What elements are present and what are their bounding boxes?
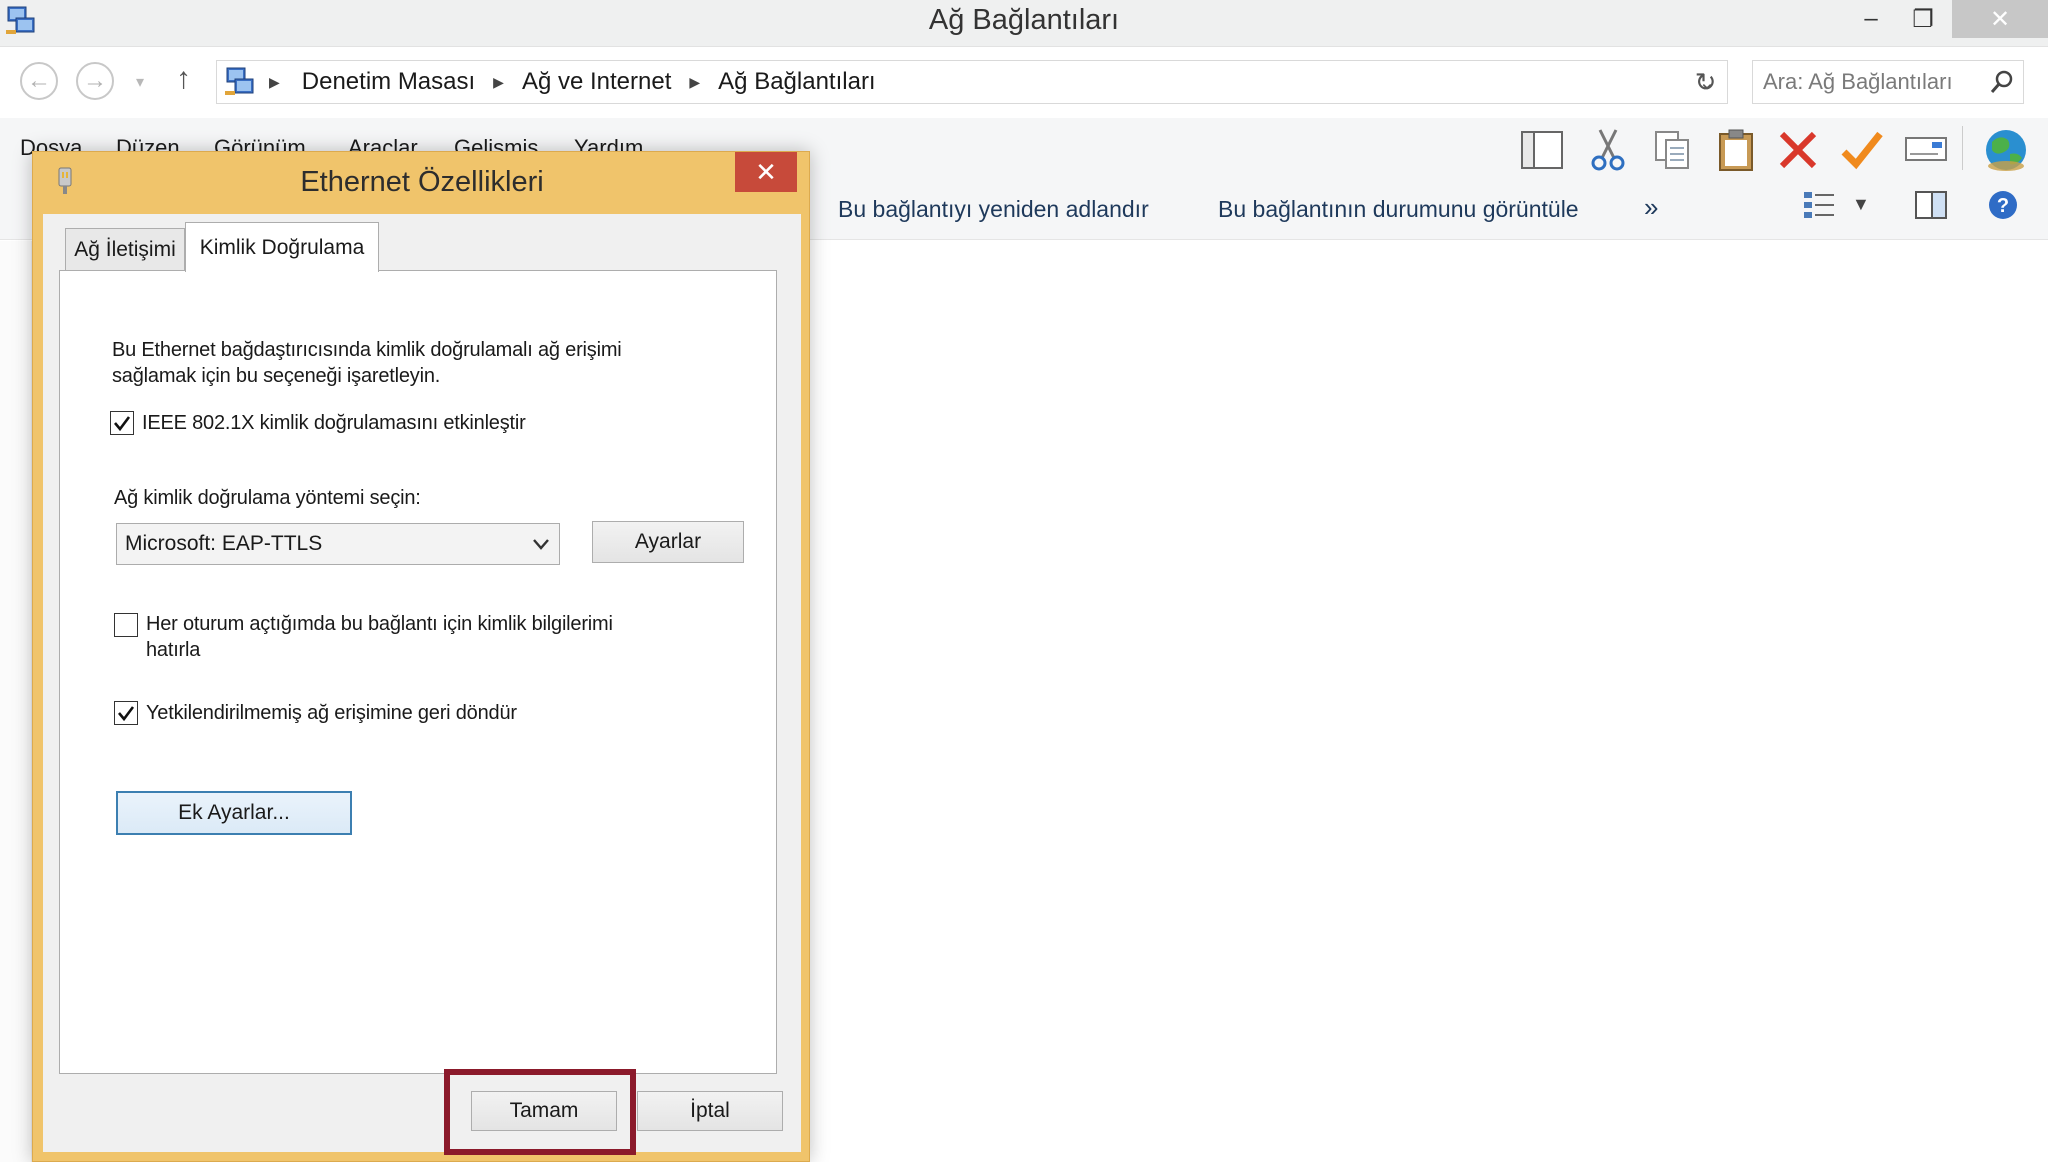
cut-icon[interactable] [1584, 126, 1632, 174]
checkmark-icon [118, 706, 135, 722]
restore-button[interactable]: ❐ [1892, 0, 1954, 38]
dialog-body: Ağ İletişimi Kimlik Doğrulama Bu Etherne… [43, 214, 801, 1152]
preview-pane-icon[interactable] [1914, 188, 1948, 222]
ok-button-highlight-box [444, 1069, 636, 1155]
back-icon: ← [27, 67, 51, 94]
view-options-chevron-icon[interactable]: ▼ [1852, 194, 1870, 215]
up-arrow-icon[interactable]: ↑ [176, 62, 191, 96]
dialog-title: Ethernet Özellikleri [300, 166, 544, 198]
back-button[interactable]: ← [20, 62, 58, 100]
window-titlebar: Ağ Bağlantıları – ❐ ✕ [0, 0, 2048, 47]
breadcrumb-separator-icon[interactable]: ▶ [269, 74, 280, 91]
navigation-pane-edge [0, 241, 32, 1162]
breadcrumb-network-connections[interactable]: Ağ Bağlantıları [718, 68, 875, 96]
enable-8021x-checkbox[interactable] [110, 411, 134, 435]
remember-credentials-label-line1[interactable]: Her oturum açtığımda bu bağlantı için ki… [146, 611, 613, 637]
breadcrumb-network-internet[interactable]: Ağ ve Internet [522, 68, 671, 96]
auth-method-value: Microsoft: EAP-TTLS [125, 532, 323, 555]
recent-locations-chevron-icon[interactable]: ▾ [136, 72, 144, 92]
intro-text-line2: sağlamak için bu seçeneği işaretleyin. [112, 365, 441, 387]
more-commands-icon[interactable]: » [1644, 192, 1658, 223]
forward-icon: → [83, 67, 107, 94]
view-status-command[interactable]: Bu bağlantının durumunu görüntüle [1218, 196, 1579, 223]
search-icon[interactable] [1989, 69, 2015, 95]
globe-icon[interactable] [1982, 126, 2030, 174]
control-panel-icon [225, 67, 254, 95]
copy-icon[interactable] [1648, 126, 1696, 174]
checkmark-icon[interactable] [1838, 126, 1886, 174]
toolbar-divider [1962, 126, 1963, 170]
rename-connection-command[interactable]: Bu bağlantıyı yeniden adlandır [838, 196, 1149, 223]
enable-8021x-label[interactable]: IEEE 802.1X kimlik doğrulamasını etkinle… [142, 410, 526, 436]
breadcrumb-separator-icon[interactable]: ▶ [493, 74, 504, 91]
ethernet-properties-dialog: Ethernet Özellikleri ✕ Ağ İletişimi Kiml… [32, 151, 810, 1162]
remember-credentials-checkbox[interactable] [114, 613, 138, 637]
breadcrumb-separator-icon[interactable]: ▶ [689, 74, 700, 91]
window-title: Ağ Bağlantıları [928, 4, 1120, 36]
svg-text:?: ? [1997, 195, 2009, 217]
method-label: Ağ kimlik doğrulama yöntemi seçin: [114, 487, 421, 509]
tab-networking[interactable]: Ağ İletişimi [65, 228, 185, 270]
delete-icon[interactable] [1774, 126, 1822, 174]
view-options-icon[interactable] [1802, 188, 1836, 222]
search-box[interactable] [1752, 60, 2024, 104]
layout-pane-icon[interactable] [1518, 126, 1566, 174]
paste-icon[interactable] [1712, 126, 1760, 174]
properties-icon[interactable] [1902, 126, 1950, 174]
fallback-checkbox[interactable] [114, 701, 138, 725]
window-close-button[interactable]: ✕ [1952, 0, 2048, 38]
settings-button[interactable]: Ayarlar [592, 521, 744, 563]
breadcrumb-control-panel[interactable]: Denetim Masası [302, 68, 475, 96]
chevron-down-icon [533, 539, 549, 550]
tab-authentication[interactable]: Kimlik Doğrulama [185, 222, 379, 272]
intro-text-line1: Bu Ethernet bağdaştırıcısında kimlik doğ… [112, 339, 622, 361]
cancel-button[interactable]: İptal [637, 1091, 783, 1131]
authentication-panel: Bu Ethernet bağdaştırıcısında kimlik doğ… [59, 270, 777, 1074]
additional-settings-button[interactable]: Ek Ayarlar... [116, 791, 352, 835]
forward-button[interactable]: → [76, 62, 114, 100]
checkmark-icon [114, 416, 131, 432]
refresh-button[interactable]: ↻ [1684, 60, 1728, 104]
remember-credentials-label-line2[interactable]: hatırla [146, 637, 200, 663]
search-input[interactable] [1763, 67, 1983, 97]
auth-method-select[interactable]: Microsoft: EAP-TTLS [116, 523, 560, 565]
fallback-label[interactable]: Yetkilendirilmemiş ağ erişimine geri dön… [146, 700, 517, 726]
address-bar[interactable]: ▶ Denetim Masası ▶ Ağ ve Internet ▶ Ağ B… [216, 60, 1728, 104]
breadcrumb: ▶ Denetim Masası ▶ Ağ ve Internet ▶ Ağ B… [267, 68, 876, 96]
refresh-icon: ↻ [1694, 66, 1717, 97]
dialog-close-button[interactable]: ✕ [735, 152, 797, 192]
help-icon[interactable]: ? [1986, 188, 2020, 222]
address-row: ← → ▾ ↑ ▶ Denetim Masası ▶ Ağ ve Interne… [0, 48, 2048, 118]
